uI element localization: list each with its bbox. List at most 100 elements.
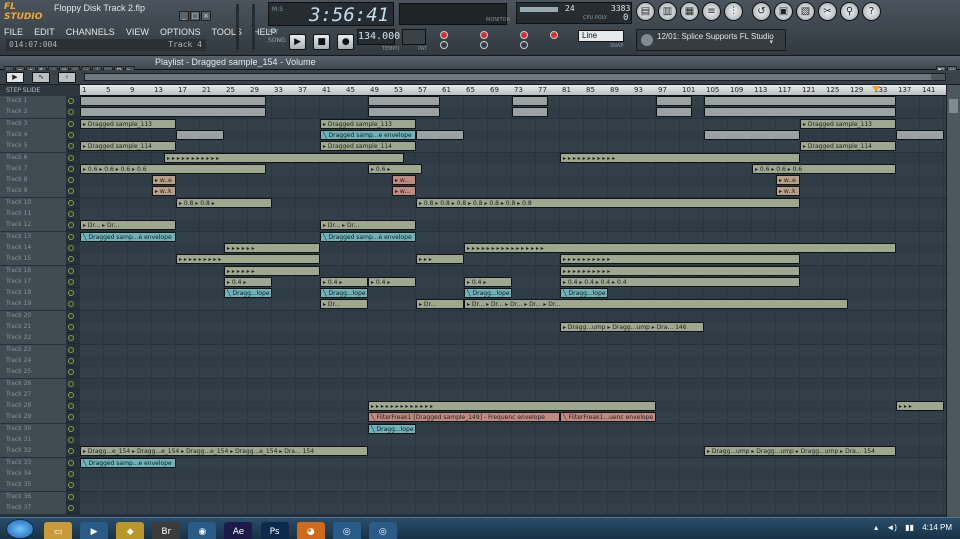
pattern-clip[interactable]: ╲ Dragged samp...e envelope: [80, 231, 176, 242]
pattern-clip[interactable]: [704, 107, 896, 118]
pattern-clip[interactable]: ▸ ▸ ▸ ▸ ▸ ▸: [224, 242, 320, 253]
track-name[interactable]: Track 30: [0, 423, 66, 435]
track-lane[interactable]: [80, 389, 946, 401]
pattern-clip[interactable]: ▸ w...: [392, 175, 416, 186]
track-name[interactable]: Track 6: [0, 152, 66, 164]
menu-edit[interactable]: EDIT: [34, 27, 55, 37]
pattern-clip[interactable]: [704, 129, 800, 140]
track-mute-icon[interactable]: [68, 414, 74, 421]
pattern-clip[interactable]: ▸ 0.4 ▸: [368, 276, 416, 287]
track-mute-icon[interactable]: [68, 256, 74, 263]
track-lane[interactable]: ╲ Dragg...lope: [80, 423, 946, 435]
track-mute-icon[interactable]: [68, 222, 74, 229]
track-lane[interactable]: ▸ Dragg...e_154 ▸ Dragg...e_154 ▸ Dragg.…: [80, 446, 946, 458]
pattern-clip[interactable]: ▸ ▸ ▸ ▸ ▸ ▸ ▸ ▸ ▸ ▸ ▸: [560, 152, 800, 163]
browser-icon[interactable]: ▦: [680, 2, 699, 21]
track-lane[interactable]: [80, 209, 946, 220]
track-mute-icon[interactable]: [68, 301, 74, 308]
pattern-clip[interactable]: [512, 96, 548, 106]
time-display[interactable]: M:S 3:56:41: [268, 2, 394, 26]
pattern-clip[interactable]: [704, 96, 896, 106]
pattern-clip[interactable]: ▸ Dragg...e_154 ▸ Dragg...e_154 ▸ Dragg.…: [80, 446, 368, 457]
track-mute-icon[interactable]: [68, 154, 74, 161]
track-mute-icon[interactable]: [68, 403, 74, 410]
pattern-clip[interactable]: ▸ Dr... ▸ Dr... ▸ Dr... ▸ Dr... ▸ Dr...: [464, 299, 848, 310]
track-lane[interactable]: ▸ 0.6 ▸ 0.6 ▸ 0.6 ▸ 0.6 ▸ 0.6 ▸ ▸ 0.6 ▸ 0.…: [80, 163, 946, 175]
save-icon[interactable]: ▣: [774, 2, 793, 21]
track-lane[interactable]: [80, 468, 946, 480]
track-lane[interactable]: ▸ w..e ▸ w... ▸ w..e: [80, 175, 946, 187]
pattern-clip[interactable]: ▸ Dragged sample_114: [80, 141, 176, 152]
scroll-left-button[interactable]: ‹: [58, 72, 76, 83]
track-lane[interactable]: ▸ 0.4 ▸ ▸ 0.4 ▸ ▸ 0.4 ▸ ▸ 0.4 ▸ ▸ 0.4 ▸ 0.4 …: [80, 276, 946, 288]
track-lane[interactable]: [80, 344, 946, 356]
track-mute-icon[interactable]: [68, 244, 74, 251]
track-lane[interactable]: ▸ ▸ ▸ ▸ ▸ ▸ ▸ ▸ ▸ ▸ ▸ ▸ ▸ ▸ ▸ ▸: [80, 401, 946, 413]
chrome-icon[interactable]: ◉: [188, 522, 217, 539]
mixer-icon[interactable]: ⫶: [724, 2, 743, 21]
tempo-display[interactable]: 134.000: [357, 29, 400, 45]
track-mute-icon[interactable]: [68, 177, 74, 184]
track-lane[interactable]: [80, 378, 946, 390]
track-mute-icon[interactable]: [68, 425, 74, 432]
blend-icon[interactable]: [520, 41, 528, 49]
track-name[interactable]: Track 18: [0, 288, 66, 300]
track-name[interactable]: Track 33: [0, 457, 66, 469]
volume-icon[interactable]: ◄): [886, 523, 897, 532]
firefox-icon[interactable]: ◕: [296, 522, 325, 539]
track-mute-icon[interactable]: [68, 267, 74, 274]
track-mute-icon[interactable]: [68, 211, 74, 217]
track-name[interactable]: Track 36: [0, 491, 66, 503]
pattern-clip[interactable]: ▸ ▸ ▸: [896, 401, 944, 412]
menu-file[interactable]: FILE: [4, 27, 23, 37]
typing-keyboard-icon[interactable]: [550, 31, 558, 39]
track-name[interactable]: Track 29: [0, 412, 66, 424]
pattern-clip[interactable]: ▸ ▸ ▸: [416, 254, 464, 265]
track-mute-icon[interactable]: [68, 459, 74, 466]
track-lane[interactable]: [80, 480, 946, 492]
pattern-clip[interactable]: ▸ 0.4 ▸: [224, 276, 272, 287]
track-lane[interactable]: ▸ ▸ ▸ ▸ ▸ ▸ ▸ ▸ ▸ ▸ ▸ ▸ ▸ ▸ ▸ ▸ ▸ ▸ ▸ ▸ ▸…: [80, 242, 946, 254]
pattern-clip[interactable]: ▸ ▸ ▸ ▸ ▸ ▸ ▸ ▸ ▸: [176, 254, 320, 265]
pattern-clip[interactable]: [176, 129, 224, 140]
track-mute-icon[interactable]: [68, 504, 74, 511]
track-lane[interactable]: ╲ Dragg...lope ╲ Dragg...lope ╲ Dragg...lo…: [80, 288, 946, 300]
pattern-clip[interactable]: ▸ 0.8 ▸ 0.8 ▸ 0.8 ▸ 0.8 ▸ 0.8 ▸ 0.8 ▸ 0.…: [416, 197, 800, 208]
pattern-clip[interactable]: [80, 107, 266, 118]
track-mute-icon[interactable]: [68, 98, 74, 104]
track-mute-icon[interactable]: [68, 437, 74, 443]
pattern-clip[interactable]: [80, 96, 266, 106]
track-mute-icon[interactable]: [68, 312, 74, 319]
track-name[interactable]: Track 9: [0, 186, 66, 198]
news-panel[interactable]: 12/01: Splice Supports FL Studio ▾: [636, 29, 786, 51]
pat-song-toggle[interactable]: PAT SONG: [268, 29, 286, 45]
pattern-clip[interactable]: ▸ ▸ ▸ ▸ ▸ ▸: [224, 265, 320, 276]
track-name[interactable]: Track 21: [0, 322, 66, 333]
pattern-clip[interactable]: ╲ Dragg...lope: [560, 288, 608, 299]
pattern-clip[interactable]: ╲ Dragged samp...e envelope: [80, 457, 176, 468]
pattern-clip[interactable]: [512, 107, 548, 118]
track-lane[interactable]: [80, 435, 946, 446]
photoshop-icon[interactable]: Ps: [260, 522, 289, 539]
pattern-clip[interactable]: ▸ ▸ ▸ ▸ ▸ ▸ ▸ ▸ ▸ ▸ ▸: [164, 152, 404, 163]
pattern-clip[interactable]: ▸ w..k: [776, 186, 800, 197]
undo-icon[interactable]: ↺: [752, 2, 771, 21]
loop-record-icon[interactable]: [480, 41, 488, 49]
vertical-scroll-thumb[interactable]: [949, 99, 958, 113]
track-name[interactable]: Track 35: [0, 480, 66, 492]
pattern-clip[interactable]: [368, 107, 440, 118]
pattern-clip[interactable]: ╲ FilterFreak1 [Dragged sample_149] - Fr…: [368, 412, 560, 423]
track-lane[interactable]: [80, 96, 946, 107]
track-name[interactable]: Track 14: [0, 242, 66, 254]
channel-rack-icon[interactable]: ≡: [702, 2, 721, 21]
pattern-clip[interactable]: ╲ Dragg...lope: [224, 288, 272, 299]
track-name[interactable]: Track 31: [0, 435, 66, 446]
pattern-selector[interactable]: [402, 29, 426, 45]
pattern-clip[interactable]: ▸ Dr... ▸ Dr...: [320, 220, 416, 231]
track-name[interactable]: Track 37: [0, 502, 66, 514]
track-lane[interactable]: ╲ FilterFreak1 [Dragged sample_149] - Fr…: [80, 412, 946, 424]
track-lane[interactable]: ▸ 0.8 ▸ 0.8 ▸ ▸ 0.8 ▸ 0.8 ▸ 0.8 ▸ 0.8 ▸ 0…: [80, 197, 946, 209]
pattern-clip[interactable]: ▸ Dr...: [320, 299, 368, 310]
track-mute-icon[interactable]: [68, 199, 74, 206]
pattern-clip[interactable]: ╲ Dragg...lope: [320, 288, 368, 299]
